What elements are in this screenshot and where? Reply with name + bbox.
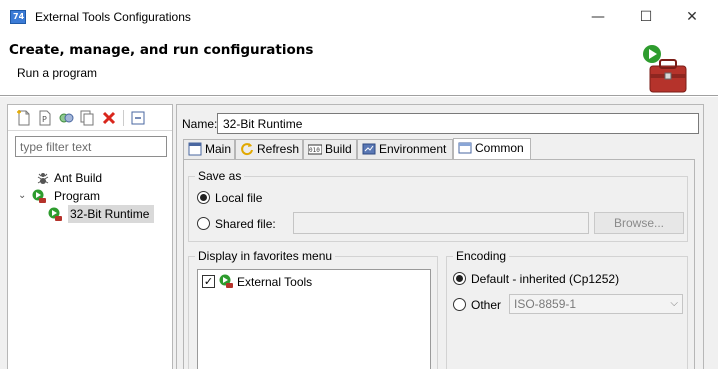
local-file-label: Local file bbox=[215, 191, 263, 205]
encoding-title: Encoding bbox=[453, 249, 510, 263]
tab-build[interactable]: 010 Build bbox=[303, 139, 357, 159]
save-as-title: Save as bbox=[195, 169, 245, 183]
minimize-button[interactable]: — bbox=[576, 4, 620, 30]
external-tools-label: External Tools bbox=[237, 275, 313, 289]
chevron-down-icon: ⌵ bbox=[670, 298, 678, 309]
ant-icon bbox=[37, 173, 49, 184]
tab-label: Common bbox=[475, 141, 524, 155]
tab-label: Build bbox=[325, 142, 352, 156]
header-banner: Create, manage, and run configurations R… bbox=[0, 34, 718, 96]
close-button[interactable]: ✕ bbox=[670, 4, 714, 30]
browse-button[interactable]: Browse... bbox=[594, 212, 684, 234]
new-config-icon[interactable] bbox=[16, 110, 32, 126]
duplicate-icon[interactable] bbox=[79, 110, 95, 126]
tab-label: Environment bbox=[379, 142, 447, 156]
collapse-all-icon[interactable] bbox=[130, 110, 146, 126]
tree-item-label: Ant Build bbox=[54, 171, 103, 185]
favorites-group: Display in favorites menu ✓ External Too… bbox=[188, 249, 438, 369]
save-as-group: Save as Local file Shared file: Browse..… bbox=[188, 169, 688, 242]
tree-item-label: Program bbox=[54, 189, 101, 203]
encoding-other-label: Other bbox=[471, 298, 502, 312]
favorites-title: Display in favorites menu bbox=[195, 249, 336, 263]
banner-title: Create, manage, and run configurations bbox=[9, 42, 314, 58]
encoding-other-combo[interactable]: ISO-8859-1 ⌵ bbox=[509, 294, 683, 314]
tree-item-32-bit-runtime[interactable]: 32-Bit Runtime bbox=[48, 205, 154, 223]
tab-label: Refresh bbox=[257, 142, 300, 156]
title-bar: External Tools Configurations — ☐ ✕ bbox=[0, 0, 718, 34]
shared-file-radio[interactable] bbox=[197, 217, 210, 230]
encoding-default-radio[interactable] bbox=[453, 272, 466, 285]
tree-item-label: 32-Bit Runtime bbox=[70, 207, 150, 221]
program-icon bbox=[32, 189, 46, 203]
chevron-down-icon[interactable]: ⌄ bbox=[18, 187, 26, 205]
tree-item-program[interactable]: ⌄ Program bbox=[16, 187, 166, 205]
favorites-item-external-tools[interactable]: ✓ External Tools bbox=[202, 274, 402, 290]
encoding-other-radio[interactable] bbox=[453, 298, 466, 311]
tab-common[interactable]: Common bbox=[453, 138, 531, 160]
name-label: Name: bbox=[182, 117, 218, 131]
refresh-icon bbox=[241, 143, 253, 156]
delete-icon[interactable] bbox=[101, 110, 117, 126]
filter-input[interactable] bbox=[15, 136, 167, 157]
toolbox-icon bbox=[643, 45, 687, 93]
tab-label: Main bbox=[205, 142, 232, 156]
tab-main[interactable]: Main bbox=[183, 139, 235, 159]
launch-config-toolbar: P bbox=[8, 105, 172, 131]
dialog-body: P Ant Build ⌄ bbox=[0, 97, 718, 369]
window-title: External Tools Configurations bbox=[35, 10, 191, 24]
eclipse-app-icon bbox=[10, 10, 26, 24]
shared-file-label: Shared file: bbox=[215, 217, 276, 231]
link-icon[interactable] bbox=[58, 110, 74, 126]
toolbar-separator bbox=[123, 110, 124, 126]
build-icon: 010 bbox=[308, 144, 322, 155]
config-editor-panel: Name: Main Refresh 010 Build bbox=[176, 104, 704, 369]
external-tools-icon bbox=[219, 274, 233, 288]
tab-environment[interactable]: Environment bbox=[357, 139, 453, 159]
combo-value: ISO-8859-1 bbox=[514, 297, 577, 311]
svg-text:P: P bbox=[42, 115, 47, 124]
external-tools-checkbox[interactable]: ✓ bbox=[202, 275, 215, 288]
new-prototype-icon[interactable]: P bbox=[37, 110, 53, 126]
encoding-group: Encoding Default - inherited (Cp1252) Ot… bbox=[446, 249, 688, 369]
local-file-radio[interactable] bbox=[197, 191, 210, 204]
runtime-config-icon bbox=[48, 207, 62, 221]
tab-refresh[interactable]: Refresh bbox=[235, 139, 303, 159]
common-icon bbox=[458, 142, 472, 154]
maximize-button[interactable]: ☐ bbox=[624, 4, 668, 30]
encoding-default-label: Default - inherited (Cp1252) bbox=[471, 272, 620, 286]
main-tab-icon bbox=[188, 142, 202, 156]
tree-item-ant-build[interactable]: Ant Build bbox=[28, 169, 168, 187]
launch-config-panel: P Ant Build ⌄ bbox=[7, 104, 173, 369]
shared-file-input[interactable] bbox=[293, 212, 589, 234]
svg-text:010: 010 bbox=[309, 147, 320, 154]
common-tab-pane: Save as Local file Shared file: Browse..… bbox=[183, 159, 695, 369]
name-input[interactable] bbox=[217, 113, 699, 134]
favorites-list: ✓ External Tools bbox=[197, 269, 431, 369]
environment-icon bbox=[362, 143, 376, 155]
banner-message: Run a program bbox=[17, 66, 98, 80]
